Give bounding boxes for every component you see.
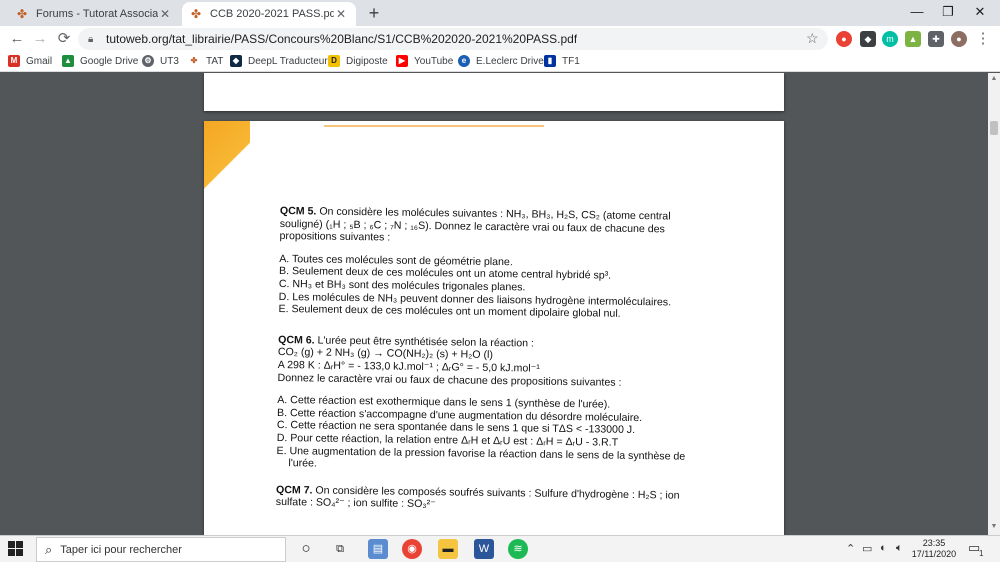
system-clock[interactable]: 23:35 17/11/2020	[906, 538, 962, 560]
ut3-icon: ⚙	[142, 55, 154, 67]
question-5: QCM 5. On considère les molécules suivan…	[278, 205, 710, 322]
tutorat-favicon-icon: ✤	[190, 7, 202, 21]
bookmark-tf1[interactable]: ▮ TF1	[544, 55, 580, 67]
volume-icon[interactable]: 🔈︎	[896, 542, 903, 555]
forward-arrow-icon[interactable]: →	[31, 30, 49, 48]
digiposte-icon: D	[328, 55, 340, 67]
page-decoration	[204, 121, 250, 197]
bookmarks-bar: M Gmail ▲ Google Drive ⚙ UT3 ✤ TAT ◆ Dee…	[0, 52, 1000, 72]
extension-plant-icon[interactable]: ▲	[905, 31, 921, 47]
bookmark-label: DeepL Traducteur	[248, 55, 328, 67]
pdf-viewer[interactable]: QCM 5. On considère les molécules suivan…	[0, 73, 1000, 535]
tf1-icon: ▮	[544, 55, 556, 67]
bookmark-label: E.Leclerc Drive	[476, 55, 544, 67]
pdf-page-previous	[204, 73, 784, 111]
extensions-puzzle-icon[interactable]: ✚	[928, 31, 944, 47]
word-icon[interactable]: W	[474, 539, 494, 559]
bookmark-label: Digiposte	[346, 55, 388, 67]
windows-taskbar: ⌕ Taper ici pour rechercher ○ ⧉ ▤ ◉ ▬ W …	[0, 535, 1000, 562]
new-tab-button[interactable]: +	[364, 3, 384, 24]
scroll-up-arrow-icon[interactable]: ▲	[988, 75, 1000, 82]
question-number: QCM 5.	[279, 205, 317, 218]
lock-icon: 🔒︎	[88, 33, 94, 45]
bookmark-label: TAT	[206, 55, 224, 67]
close-tab-icon[interactable]: ✕	[334, 7, 348, 21]
bookmark-label: YouTube	[414, 55, 454, 67]
bookmark-youtube[interactable]: ▶ YouTube	[396, 55, 453, 67]
chrome-icon[interactable]: ◉	[402, 539, 422, 559]
scrollbar-thumb[interactable]	[990, 121, 998, 135]
option: E. Une augmentation de la pression favor…	[276, 444, 686, 470]
search-placeholder: Taper ici pour rechercher	[60, 543, 182, 556]
clock-date: 17/11/2020	[911, 549, 957, 559]
vertical-scrollbar[interactable]: ▲ ▼	[988, 73, 1000, 535]
question-number: QCM 6.	[278, 333, 315, 347]
bookmark-leclerc[interactable]: e E.Leclerc Drive	[458, 55, 544, 67]
close-tab-icon[interactable]: ✕	[158, 7, 172, 21]
app-icon[interactable]: ▤	[368, 539, 388, 559]
bookmark-tat[interactable]: ✤ TAT	[188, 55, 224, 67]
show-hidden-icons-icon[interactable]: ⌃	[846, 542, 855, 555]
windows-start-icon[interactable]	[8, 541, 24, 557]
tab-title: CCB 2020-2021 PASS.pdf	[210, 8, 334, 20]
search-icon: ⌕	[45, 541, 53, 557]
extension-color-icon[interactable]: ●	[836, 31, 852, 47]
scroll-down-arrow-icon[interactable]: ▼	[988, 523, 1000, 530]
bookmark-label: Google Drive	[80, 55, 139, 67]
google-drive-icon: ▲	[62, 55, 74, 67]
reload-icon[interactable]: ⟳	[55, 30, 73, 48]
bookmark-star-icon[interactable]: ☆	[806, 30, 819, 47]
page-decoration-line	[324, 125, 544, 127]
question-intro: On considère les molécules suivantes : N…	[279, 205, 671, 244]
bookmark-label: TF1	[562, 55, 580, 67]
tab-title: Forums - Tutorat Associatif Toulo	[36, 8, 158, 20]
question-intro: On considère les composés soufrés suivan…	[275, 484, 680, 511]
notification-count: 1	[979, 549, 984, 558]
bookmark-deepl[interactable]: ◆ DeepL Traducteur	[230, 55, 328, 67]
browser-toolbar: ← → ⟳ 🔒︎ tutoweb.org/tat_librairie/PASS/…	[0, 26, 1000, 52]
tab-strip: ✤ Forums - Tutorat Associatif Toulo ✕ ✤ …	[0, 0, 1000, 26]
deepl-icon: ◆	[230, 55, 242, 67]
cortana-icon[interactable]: ○	[296, 539, 316, 559]
profile-avatar[interactable]: ●	[951, 31, 967, 47]
bookmark-label: UT3	[160, 55, 179, 67]
extension-m-icon[interactable]: m	[882, 31, 898, 47]
pdf-page-current: QCM 5. On considère les molécules suivan…	[204, 121, 784, 535]
question-7: QCM 7. On considère les composés soufrés…	[276, 484, 706, 515]
bookmark-digiposte[interactable]: D Digiposte	[328, 55, 388, 67]
bookmark-gmail[interactable]: M Gmail	[8, 55, 52, 67]
leclerc-icon: e	[458, 55, 470, 67]
tab-pdf[interactable]: ✤ CCB 2020-2021 PASS.pdf ✕	[182, 2, 356, 26]
extension-tag-icon[interactable]: ◆	[860, 31, 876, 47]
question-number: QCM 7.	[275, 483, 313, 497]
network-icon[interactable]: ◐	[880, 542, 887, 554]
url-text: tutoweb.org/tat_librairie/PASS/Concours%…	[106, 32, 578, 46]
document-text: QCM 5. On considère les molécules suivan…	[276, 205, 710, 527]
back-arrow-icon[interactable]: ←	[8, 30, 26, 48]
file-explorer-icon[interactable]: ▬	[438, 539, 458, 559]
bookmark-google-drive[interactable]: ▲ Google Drive	[62, 55, 138, 67]
tat-icon: ✤	[190, 56, 198, 65]
taskbar-search-input[interactable]: ⌕ Taper ici pour rechercher	[36, 537, 286, 562]
bookmark-label: Gmail	[26, 55, 53, 67]
bookmark-ut3[interactable]: ⚙ UT3	[142, 55, 179, 67]
address-bar[interactable]: 🔒︎ tutoweb.org/tat_librairie/PASS/Concou…	[78, 28, 828, 50]
tutorat-favicon-icon: ✤	[16, 7, 28, 21]
tab-forums[interactable]: ✤ Forums - Tutorat Associatif Toulo ✕	[8, 2, 180, 26]
youtube-icon: ▶	[396, 55, 408, 67]
close-window-button[interactable]: ✕	[960, 0, 1000, 26]
clock-time: 23:35	[922, 538, 946, 548]
battery-icon[interactable]: ▭	[862, 542, 872, 555]
menu-kebab-icon[interactable]: ⋮	[974, 30, 992, 48]
spotify-icon[interactable]: ≋	[508, 539, 528, 559]
question-6: QCM 6. L'urée peut être synthétisée selo…	[276, 334, 708, 476]
gmail-icon: M	[8, 55, 20, 67]
task-view-icon[interactable]: ⧉	[330, 539, 350, 559]
